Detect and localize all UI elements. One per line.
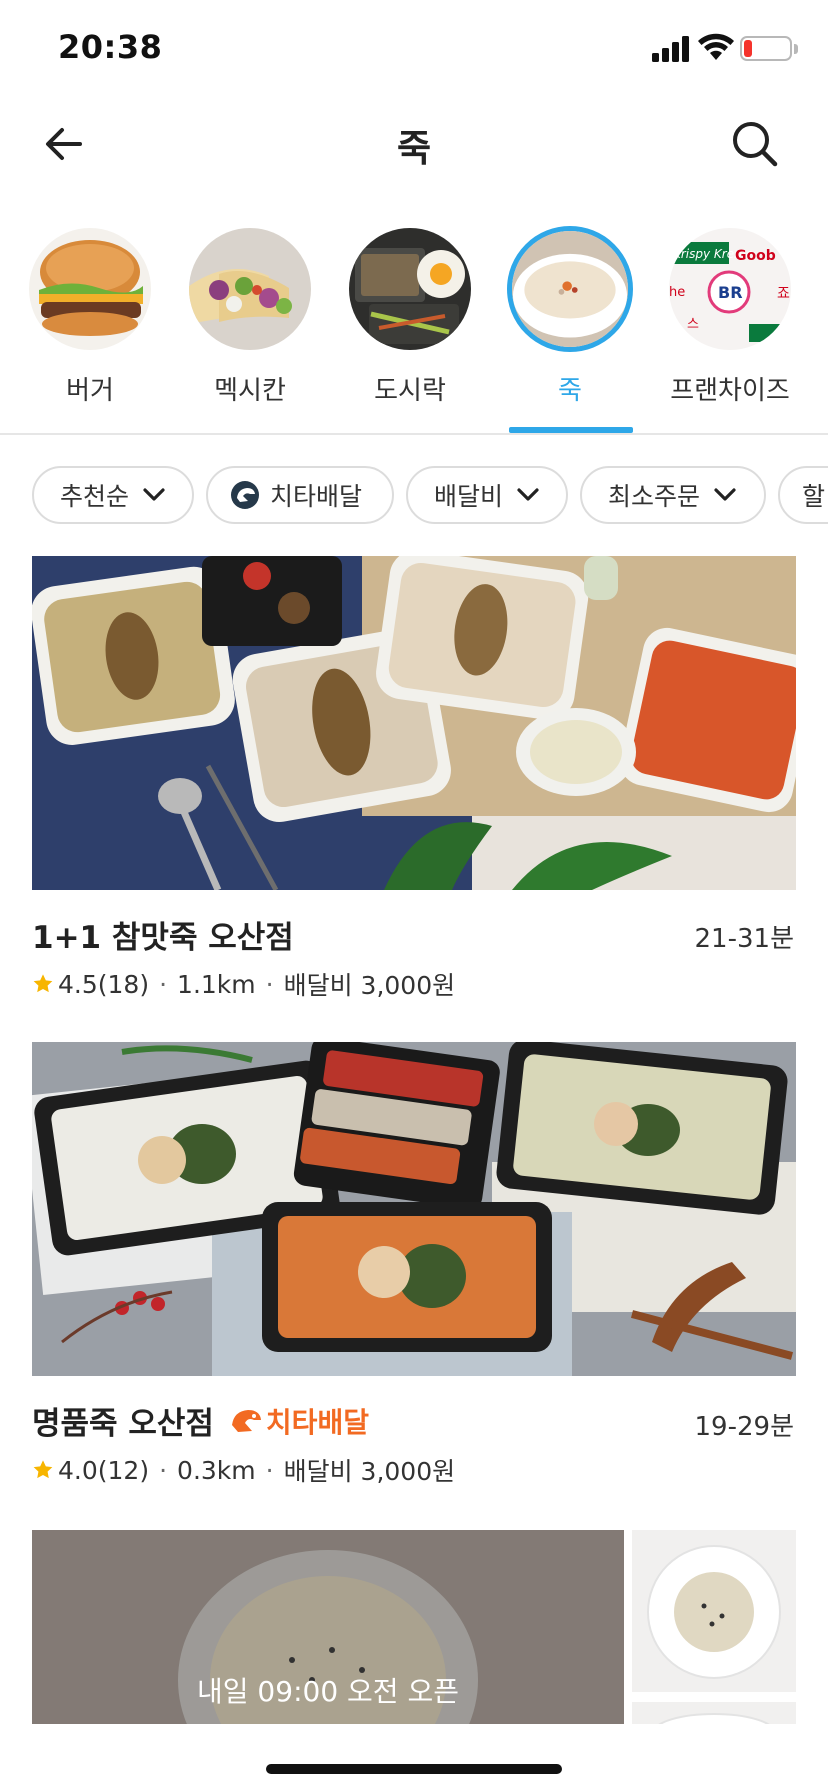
category-row: 버거 멕시칸 도시락 죽 Krispy Kreme Goob BR he 죠 스… [0,220,828,434]
chip-label: 배달비 [434,482,504,511]
delivery-fee-chip[interactable]: 배달비 [406,466,568,524]
svg-text:스: 스 [687,317,699,332]
chip-label: 최소주문 [608,482,701,511]
svg-text:BR: BR [718,283,743,302]
chevron-down-icon [143,488,165,501]
filter-row: 추천순 치타배달 배달비 최소주문 할 [0,466,828,526]
restaurant-side-image[interactable] [632,1530,796,1692]
svg-text:Goob: Goob [735,248,776,264]
cheetah-delivery-badge: 치타배달 [230,1401,369,1441]
delivery-fee: 배달비 3,000원 [283,971,456,1000]
delivery-time: 21-31분 [694,924,794,954]
restaurant-image[interactable] [32,1042,796,1376]
delivery-time: 19-29분 [694,1412,794,1442]
dosirak-image [349,228,471,350]
category-dosirak[interactable]: 도시락 [340,220,480,434]
category-mexican[interactable]: 멕시칸 [180,220,320,434]
category-franchise[interactable]: Krispy Kreme Goob BR he 죠 스 프랜차이즈 [660,220,800,434]
page-title: 죽 [396,127,432,170]
chip-label: 할 [802,482,826,511]
cheetah-icon [231,481,259,509]
chip-label: 추천순 [60,482,130,511]
status-bar: 20:38 [0,0,828,100]
status-time: 20:38 [58,28,163,66]
home-indicator[interactable] [266,1764,562,1774]
cheetah-delivery-chip[interactable]: 치타배달 [206,466,394,524]
category-label: 죽 [558,376,582,406]
category-porridge[interactable]: 죽 [500,220,640,434]
review-count: (18) [97,969,150,999]
restaurant-name[interactable]: 1+1 참맛죽 오산점 [32,912,294,957]
cheetah-icon [231,1409,261,1432]
rating: 4.5 [58,969,98,999]
category-label: 프랜차이즈 [670,376,790,406]
chevron-down-icon [714,488,736,501]
review-count: (12) [97,1455,150,1485]
battery-icon [740,36,792,61]
wifi-icon [698,33,734,60]
sort-recommended-chip[interactable]: 추천순 [32,466,194,524]
svg-text:he: he [669,285,685,300]
burger-image [29,228,151,350]
badge-label: 치타배달 [265,1405,369,1439]
taco-image [189,228,311,350]
distance: 1.1km [177,969,256,999]
search-icon[interactable] [730,119,780,169]
restaurant-image[interactable] [32,556,796,890]
category-label: 멕시칸 [214,376,286,406]
discount-chip[interactable]: 할 [778,466,828,524]
star-icon [33,974,53,993]
delivery-fee: 배달비 3,000원 [283,1457,456,1486]
restaurant-side-image[interactable] [632,1702,796,1724]
category-burger[interactable]: 버거 [20,220,160,434]
franchise-logos-image: Krispy Kreme Goob BR he 죠 스 [669,228,791,350]
restaurant-name-row[interactable]: 명품죽 오산점 치타배달 [32,1398,369,1443]
category-label: 도시락 [374,376,446,406]
chevron-down-icon [517,488,539,501]
min-order-chip[interactable]: 최소주문 [580,466,766,524]
opening-notice: 내일 09:00 오전 오픈 [197,1675,459,1708]
restaurant-meta: 4.0 (12) · 0.3km · 배달비 3,000원 [32,1452,455,1488]
divider [0,433,828,435]
svg-text:죠: 죠 [777,286,790,302]
restaurant-meta: 4.5 (18) · 1.1km · 배달비 3,000원 [32,966,455,1002]
cellular-signal-icon [652,36,689,62]
category-label: 버거 [66,376,114,406]
chip-label: 치타배달 [270,482,363,511]
rating: 4.0 [58,1455,98,1485]
porridge-image [507,226,633,352]
distance: 0.3km [177,1455,256,1485]
restaurant-image-closed[interactable]: 내일 09:00 오전 오픈 [32,1530,624,1724]
star-icon [33,1460,53,1479]
restaurant-name[interactable]: 명품죽 오산점 [32,1398,214,1443]
